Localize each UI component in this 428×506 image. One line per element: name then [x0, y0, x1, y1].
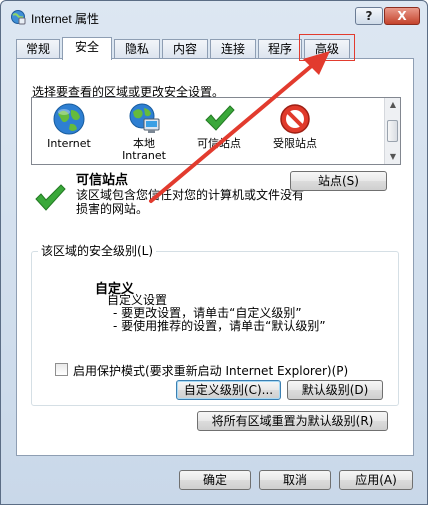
internet-options-icon: [11, 10, 26, 25]
checkmark-icon: [205, 105, 235, 131]
no-entry-icon: [280, 104, 310, 134]
help-button[interactable]: ?: [355, 7, 383, 25]
zone-local-intranet[interactable]: 本地 Intranet: [104, 102, 184, 162]
zone-trusted-sites-label: 可信站点: [197, 137, 241, 150]
intranet-globe-icon: [129, 103, 160, 133]
protected-mode-checkbox[interactable]: [55, 363, 68, 376]
selected-zone-description: 该区域包含您信任对您的计算机或文件没有损害的网站。: [76, 188, 305, 216]
advanced-tab-highlight-box: [299, 34, 355, 61]
default-level-button[interactable]: 默认级别(D): [287, 380, 383, 400]
security-level-group-title: 该区域的安全级别(L): [38, 242, 157, 259]
zone-restricted-sites[interactable]: 受限站点: [255, 102, 335, 150]
zone-list-scrollbar[interactable]: ▲ ▼: [384, 98, 400, 164]
internet-properties-window: Internet 属性 ? X 常规 安全 隐私 内容 连接 程序 高级 选择要…: [0, 0, 428, 505]
sites-button[interactable]: 站点(S): [290, 171, 387, 191]
tab-privacy[interactable]: 隐私: [114, 39, 160, 59]
tab-connections[interactable]: 连接: [210, 39, 256, 59]
selected-zone-title: 可信站点: [76, 173, 129, 188]
custom-level-description: 自定义设置 - 要更改设置，请单击“自定义级别” - 要使用推荐的设置，请单击“…: [107, 294, 326, 333]
cancel-button[interactable]: 取消: [259, 470, 331, 490]
custom-line: - 要使用推荐的设置，请单击“默认级别”: [113, 319, 326, 333]
ok-button[interactable]: 确定: [179, 470, 251, 490]
tab-general[interactable]: 常规: [16, 39, 60, 59]
zone-list: Internet 本地 Intranet 可信站点 受限站点 ▲ ▼: [31, 97, 401, 165]
title-bar[interactable]: Internet 属性 ? X: [1, 1, 427, 31]
zone-trusted-sites[interactable]: 可信站点: [179, 102, 259, 150]
scroll-thumb[interactable]: [387, 120, 398, 142]
zone-local-intranet-label-2: Intranet: [122, 149, 166, 162]
zone-internet-label: Internet: [47, 137, 91, 150]
reset-all-zones-button[interactable]: 将所有区域重置为默认级别(R): [197, 411, 388, 431]
security-tab-panel: 选择要查看的区域或更改安全设置。 Internet 本地 Intranet 可信…: [16, 58, 414, 456]
globe-icon: [53, 103, 85, 135]
selected-zone-checkmark-icon: [35, 184, 66, 211]
tab-content[interactable]: 内容: [162, 39, 208, 59]
scroll-down-arrow-icon[interactable]: ▼: [388, 152, 398, 162]
window-title: Internet 属性: [31, 12, 100, 26]
tab-programs[interactable]: 程序: [258, 39, 302, 59]
tab-security[interactable]: 安全: [62, 37, 112, 60]
scroll-up-arrow-icon[interactable]: ▲: [388, 100, 398, 110]
close-button[interactable]: X: [384, 7, 420, 25]
zone-internet[interactable]: Internet: [29, 102, 109, 150]
zone-restricted-sites-label: 受限站点: [273, 137, 317, 150]
custom-level-button[interactable]: 自定义级别(C)...: [176, 380, 281, 400]
apply-button[interactable]: 应用(A): [339, 470, 413, 490]
protected-mode-label[interactable]: 启用保护模式(要求重新启动 Internet Explorer)(P): [73, 362, 348, 379]
